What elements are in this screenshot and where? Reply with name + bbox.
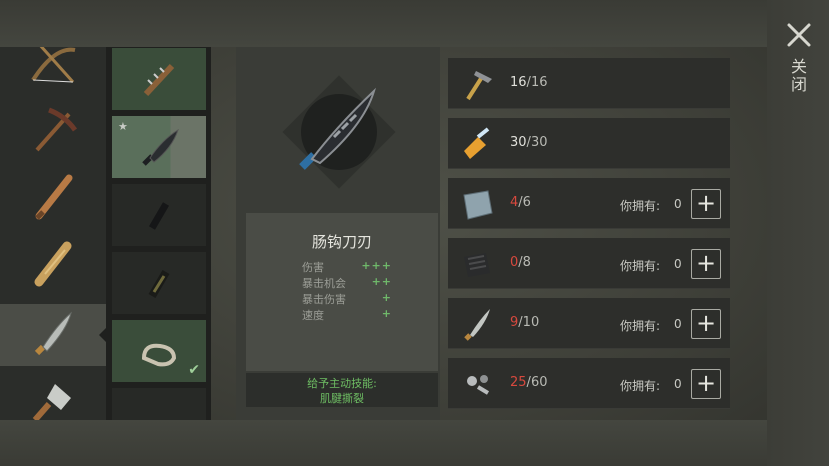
weapon-item-cleaver[interactable] [0, 371, 106, 420]
requirement-row: 4/6 你拥有: 0 + [448, 178, 730, 229]
knuckle-guard-icon [141, 343, 177, 367]
requirement-row: 16/16 [448, 58, 730, 109]
owned-label: 你拥有: [620, 379, 661, 393]
have-count: 25 [510, 375, 527, 390]
stat-label: 速度 [302, 309, 324, 322]
skill-caption: 给予主动技能: [307, 377, 377, 390]
cleaver-icon [32, 384, 71, 420]
favorite-star-icon: ★ [118, 120, 128, 133]
owned-value: 0 [674, 317, 682, 331]
add-button[interactable]: + [691, 369, 721, 399]
have-count: 30 [510, 135, 527, 150]
add-button[interactable]: + [691, 189, 721, 219]
weapon-item-crossbow[interactable] [0, 47, 106, 95]
weapon-list[interactable] [0, 47, 106, 420]
requirement-count: 4/6 [510, 195, 531, 210]
owned-value: 0 [674, 257, 682, 271]
baseball-bat-icon [35, 174, 73, 220]
stat-row: 伤害 +++ [302, 259, 392, 275]
owned-value: 0 [674, 377, 682, 391]
owned-label: 你拥有: [620, 319, 661, 333]
requirement-row: 30/30 [448, 118, 730, 169]
close-icon[interactable] [786, 22, 812, 48]
need-count: 8 [522, 255, 531, 270]
stat-label: 伤害 [302, 261, 324, 274]
stat-row: 速度 + [302, 307, 392, 323]
variant-item-green-handle[interactable] [112, 388, 206, 420]
owned-value: 0 [674, 197, 682, 211]
rubber-sheet-icon [456, 243, 498, 285]
variant-item-knuckle-guard[interactable]: ✔ [112, 320, 206, 382]
variant-item-grip-wrapped[interactable] [112, 252, 206, 314]
requirement-count: 9/10 [510, 315, 539, 330]
requirement-count: 25/60 [510, 375, 547, 390]
need-count: 6 [522, 195, 531, 210]
have-count: 16 [510, 75, 527, 90]
glue-bottle-icon [456, 123, 498, 165]
requirement-row: 25/60 你拥有: 0 + [448, 358, 730, 409]
equipped-check-icon: ✔ [188, 362, 200, 378]
stat-row: 暴击机会 ++ [302, 275, 392, 291]
need-count: 30 [530, 135, 548, 150]
stat-label: 暴击机会 [302, 277, 346, 290]
item-info-box: 肠钩刀刃 伤害 +++ 暴击机会 ++ 暴击伤害 + 速度 + [246, 213, 438, 371]
need-count: 16 [530, 75, 548, 90]
grip-wrapped-icon [148, 269, 170, 299]
requirement-count: 0/8 [510, 255, 531, 270]
metal-plate-icon [456, 183, 498, 225]
requirement-row: 9/10 你拥有: 0 + [448, 298, 730, 349]
item-detail-panel: 肠钩刀刃 伤害 +++ 暴击机会 ++ 暴击伤害 + 速度 + 给予主动技能: … [236, 47, 440, 420]
top-bar [0, 0, 829, 47]
requirement-count: 30/30 [510, 135, 547, 150]
variant-item-grip[interactable] [112, 184, 206, 246]
pickaxe-icon [35, 107, 78, 152]
stat-row: 暴击伤害 + [302, 291, 392, 307]
variant-list[interactable]: ★ ✔ [111, 47, 211, 420]
add-button[interactable]: + [691, 249, 721, 279]
weapon-item-pickaxe[interactable] [0, 99, 106, 161]
stat-value: ++ [371, 275, 392, 288]
need-count: 60 [530, 375, 548, 390]
skill-name: 肌腱撕裂 [320, 392, 364, 405]
close-button[interactable]: 关闭 [788, 58, 809, 94]
need-count: 10 [522, 315, 540, 330]
crossbow-icon [31, 47, 76, 84]
owned-label: 你拥有: [620, 199, 661, 213]
spiked-handle-icon [143, 63, 175, 97]
variant-item-hook-blade[interactable]: ★ [112, 116, 206, 178]
machete-icon [34, 311, 72, 356]
variant-item-spiked-handle[interactable] [112, 48, 206, 110]
stat-value: + [381, 291, 392, 304]
wooden-club-icon [34, 241, 72, 287]
grip-icon [148, 202, 170, 230]
active-skill-box: 给予主动技能: 肌腱撕裂 [246, 373, 438, 407]
weapon-item-baseball-bat[interactable] [0, 165, 106, 227]
bottom-bar [0, 420, 829, 466]
stat-value: +++ [361, 259, 392, 272]
stat-label: 暴击伤害 [302, 293, 346, 306]
requirement-count: 16/16 [510, 75, 547, 90]
add-button[interactable]: + [691, 309, 721, 339]
bolts-icon [456, 363, 498, 405]
weapon-item-machete[interactable] [0, 304, 106, 366]
stat-value: + [381, 307, 392, 320]
owned-label: 你拥有: [620, 259, 661, 273]
hook-blade-icon [142, 128, 179, 166]
weapon-item-wooden-club[interactable] [0, 231, 106, 293]
requirement-row: 0/8 你拥有: 0 + [448, 238, 730, 289]
hammer-icon [456, 63, 498, 105]
machete-blade-icon [456, 303, 498, 345]
green-handle-icon [134, 394, 184, 420]
hook-blade-preview-icon [282, 75, 396, 189]
item-name: 肠钩刀刃 [311, 233, 372, 251]
